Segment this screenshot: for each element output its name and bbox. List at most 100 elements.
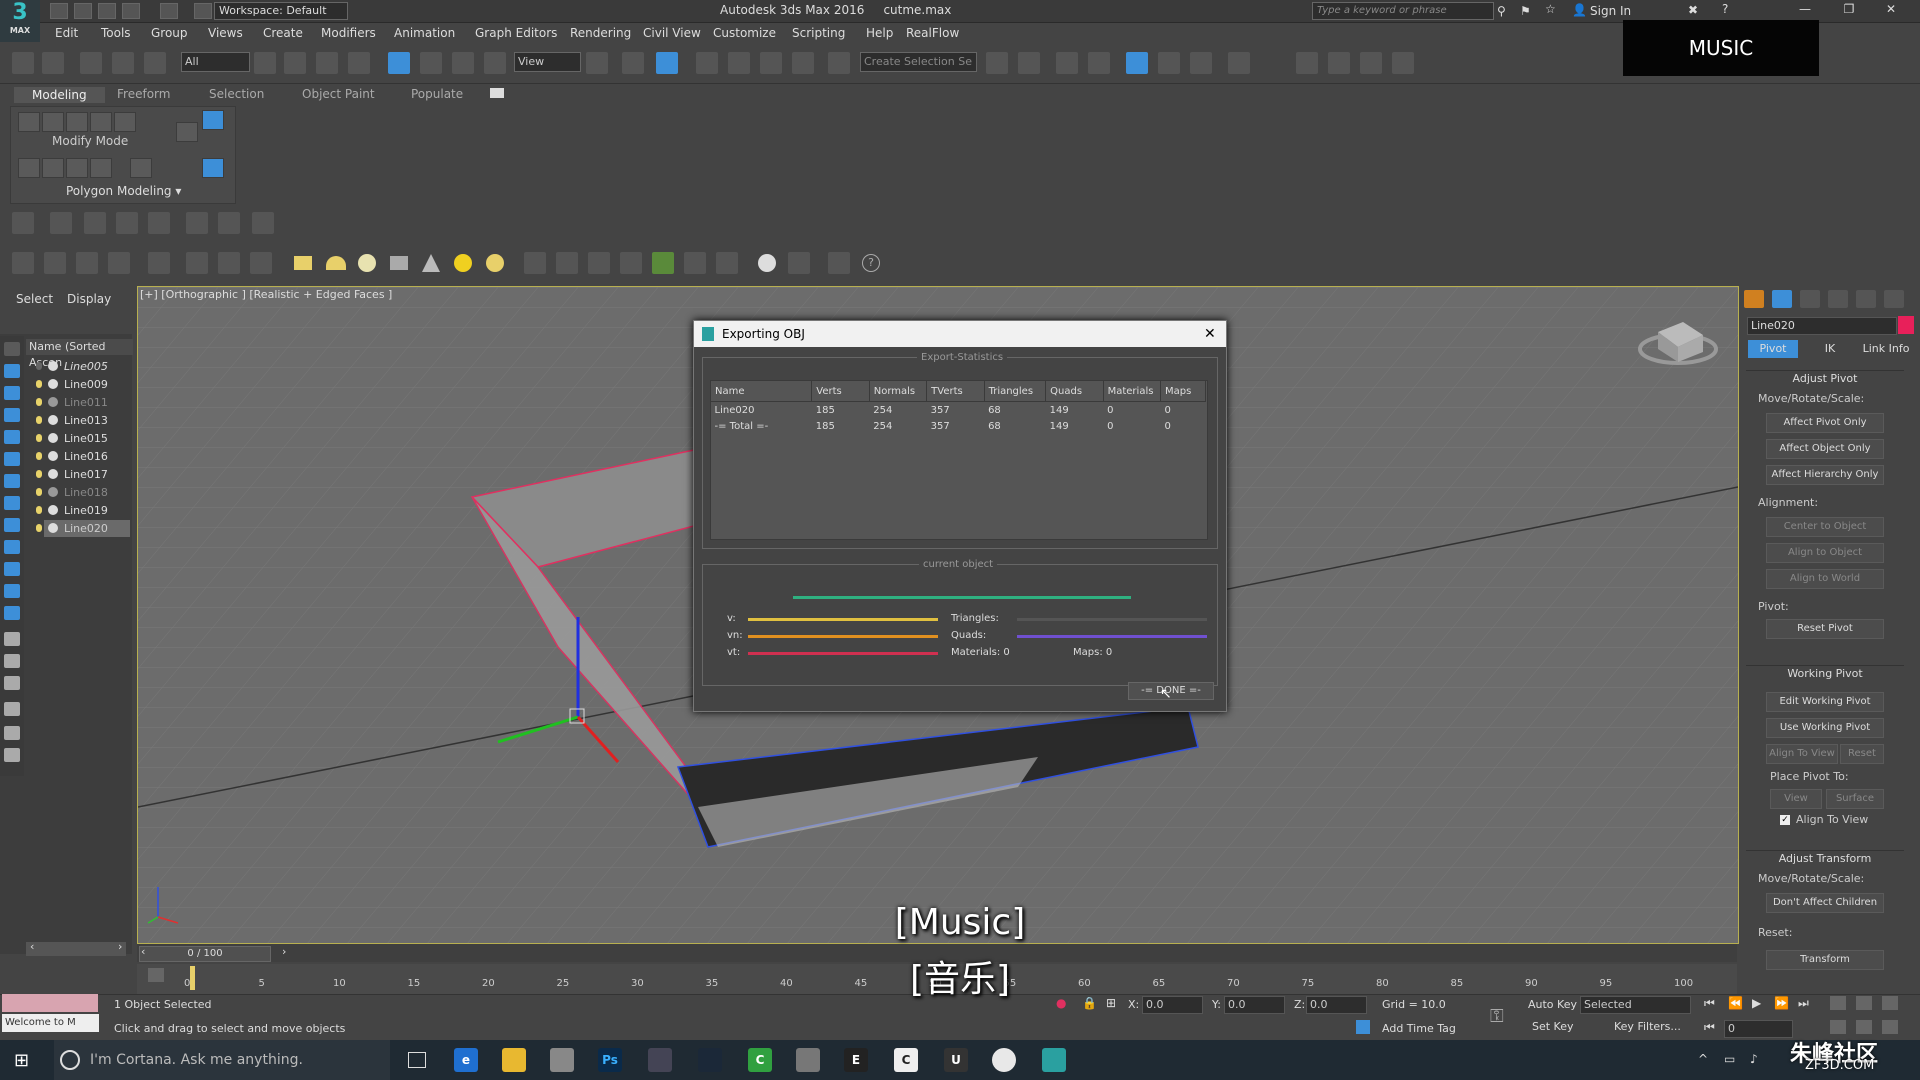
object-name-field[interactable]: Line020 bbox=[1747, 317, 1897, 335]
select-object-icon[interactable] bbox=[254, 52, 276, 74]
selection-filter-dropdown[interactable]: All bbox=[181, 52, 250, 72]
app-icon-8[interactable] bbox=[796, 1048, 820, 1072]
object-color-swatch[interactable] bbox=[1898, 316, 1914, 334]
favorites-icon[interactable]: ☆ bbox=[1545, 2, 1556, 16]
tab-display[interactable]: Display bbox=[67, 292, 111, 306]
edge-browser-icon[interactable]: e bbox=[454, 1048, 478, 1072]
list-item[interactable]: Line016 bbox=[36, 448, 130, 465]
light-bulb-icon[interactable] bbox=[36, 470, 42, 478]
align-icon[interactable] bbox=[1018, 52, 1040, 74]
reference-coord-dropdown[interactable]: View bbox=[514, 52, 581, 72]
close-icon[interactable]: ✕ bbox=[1204, 321, 1216, 347]
filter-all-icon[interactable] bbox=[4, 606, 20, 620]
filter-hidden-icon[interactable] bbox=[4, 584, 20, 598]
tab-pivot[interactable]: Pivot bbox=[1748, 340, 1798, 358]
menu-create[interactable]: Create bbox=[263, 26, 303, 40]
visibility-icon[interactable] bbox=[48, 487, 58, 497]
globe-icon[interactable] bbox=[620, 252, 642, 274]
visibility-icon[interactable] bbox=[48, 505, 58, 515]
cone-icon[interactable] bbox=[422, 254, 440, 272]
visibility-icon[interactable] bbox=[48, 397, 58, 407]
polygon-icon[interactable] bbox=[90, 112, 112, 132]
goto-start-icon[interactable]: ⏮ bbox=[1704, 996, 1715, 1011]
tray-network-icon[interactable]: ▭ bbox=[1724, 1052, 1735, 1066]
molecule-icon[interactable] bbox=[556, 252, 578, 274]
link-icon[interactable] bbox=[80, 52, 102, 74]
hair-fur-icon[interactable] bbox=[684, 252, 706, 274]
transform-button[interactable]: Transform bbox=[1766, 950, 1884, 970]
list-item[interactable]: Line017 bbox=[36, 466, 130, 483]
edge-icon[interactable] bbox=[42, 112, 64, 132]
cup-icon[interactable] bbox=[390, 256, 408, 270]
maxscript-input[interactable]: Welcome to M bbox=[2, 1014, 99, 1032]
list-item[interactable]: Line018 bbox=[36, 484, 130, 501]
zoom-icon[interactable] bbox=[1830, 996, 1846, 1010]
filter-helpers-icon[interactable] bbox=[4, 430, 20, 444]
list-item[interactable]: Line015 bbox=[36, 430, 130, 447]
percent-snap-icon[interactable] bbox=[760, 52, 782, 74]
window-crossing-icon[interactable] bbox=[348, 52, 370, 74]
name-column-header[interactable]: Name (Sorted Ascen bbox=[26, 339, 133, 369]
menu-modifiers[interactable]: Modifiers bbox=[321, 26, 376, 40]
make-unique-icon[interactable] bbox=[66, 158, 88, 178]
close-icon[interactable]: ✕ bbox=[1876, 2, 1906, 20]
motion-tab-icon[interactable] bbox=[1828, 290, 1848, 308]
reset-working-pivot-button[interactable]: Reset bbox=[1840, 744, 1884, 764]
store-icon[interactable] bbox=[550, 1048, 574, 1072]
tab-selection[interactable]: Selection bbox=[209, 87, 264, 101]
layer-explorer-icon[interactable] bbox=[4, 748, 20, 762]
comm-center-icon[interactable]: ⚑ bbox=[1520, 4, 1531, 18]
show-end-result-icon[interactable] bbox=[202, 110, 224, 130]
list-item[interactable]: Line005 bbox=[36, 358, 130, 375]
move-tool-icon[interactable] bbox=[388, 52, 410, 74]
find-icon[interactable] bbox=[4, 726, 20, 740]
filter-geometry-icon[interactable] bbox=[4, 342, 20, 356]
menu-realflow[interactable]: RealFlow bbox=[906, 26, 959, 40]
epic-games-icon[interactable]: E bbox=[844, 1048, 868, 1072]
polygon-modeling-dropdown[interactable]: Polygon Modeling ▾ bbox=[66, 184, 181, 198]
help-circle-icon[interactable]: ? bbox=[862, 254, 880, 272]
list-item-selected[interactable]: Line020 bbox=[36, 520, 130, 537]
scroll-right-icon[interactable]: › bbox=[118, 940, 122, 953]
dock-icon[interactable] bbox=[828, 252, 850, 274]
plane-icon[interactable] bbox=[294, 256, 312, 270]
edit-named-sets-icon[interactable] bbox=[828, 52, 850, 74]
surface-button[interactable]: Surface bbox=[1826, 789, 1884, 809]
undo-icon[interactable] bbox=[122, 3, 140, 19]
rollout-adjust-pivot[interactable]: Adjust Pivot bbox=[1746, 370, 1904, 387]
exchange-icon[interactable]: ✖ bbox=[1688, 3, 1698, 17]
list-item[interactable]: Line019 bbox=[36, 502, 130, 519]
align-to-view-checkbox[interactable]: ✓ bbox=[1780, 815, 1790, 825]
save-file-icon[interactable] bbox=[98, 3, 116, 19]
visibility-icon[interactable] bbox=[48, 451, 58, 461]
auto-key-button[interactable]: Auto Key bbox=[1528, 998, 1577, 1011]
collapse-stack-icon[interactable] bbox=[42, 158, 64, 178]
teapot-icon[interactable] bbox=[12, 252, 34, 274]
sign-in-link[interactable]: Sign In bbox=[1590, 4, 1631, 18]
border-icon[interactable] bbox=[66, 112, 88, 132]
render-setup-icon[interactable] bbox=[1296, 52, 1318, 74]
material-ball-icon[interactable] bbox=[716, 252, 738, 274]
light-bulb-icon[interactable] bbox=[36, 416, 42, 424]
light-bulb-icon[interactable] bbox=[36, 488, 42, 496]
filter-xrefs-icon[interactable] bbox=[4, 496, 20, 510]
table-row[interactable]: Line020 185 254 357 68 149 0 0 bbox=[711, 402, 1206, 419]
menu-rendering[interactable]: Rendering bbox=[570, 26, 631, 40]
align-to-world-button[interactable]: Align to World bbox=[1766, 569, 1884, 589]
play-animation-icon[interactable]: ▶ bbox=[1752, 996, 1761, 1010]
photoshop-icon[interactable]: Ps bbox=[598, 1048, 622, 1072]
hierarchy-tab-icon[interactable] bbox=[1800, 290, 1820, 308]
filter-groups-icon[interactable] bbox=[4, 474, 20, 488]
tab-populate[interactable]: Populate bbox=[411, 87, 463, 101]
minimize-icon[interactable]: — bbox=[1790, 2, 1820, 20]
col-verts[interactable]: Verts bbox=[811, 380, 870, 402]
render-iterative-icon[interactable] bbox=[1392, 52, 1414, 74]
search-input[interactable]: Type a keyword or phrase bbox=[1312, 2, 1494, 20]
restore-icon[interactable]: ❐ bbox=[1834, 2, 1864, 20]
tab-freeform[interactable]: Freeform bbox=[117, 87, 170, 101]
placement-tool-icon[interactable] bbox=[484, 52, 506, 74]
tab-modeling[interactable]: Modeling bbox=[14, 87, 105, 103]
dome-icon[interactable] bbox=[326, 256, 346, 270]
dialog-title-bar[interactable]: Exporting OBJ ✕ bbox=[694, 321, 1226, 347]
affect-object-only-button[interactable]: Affect Object Only bbox=[1766, 439, 1884, 459]
